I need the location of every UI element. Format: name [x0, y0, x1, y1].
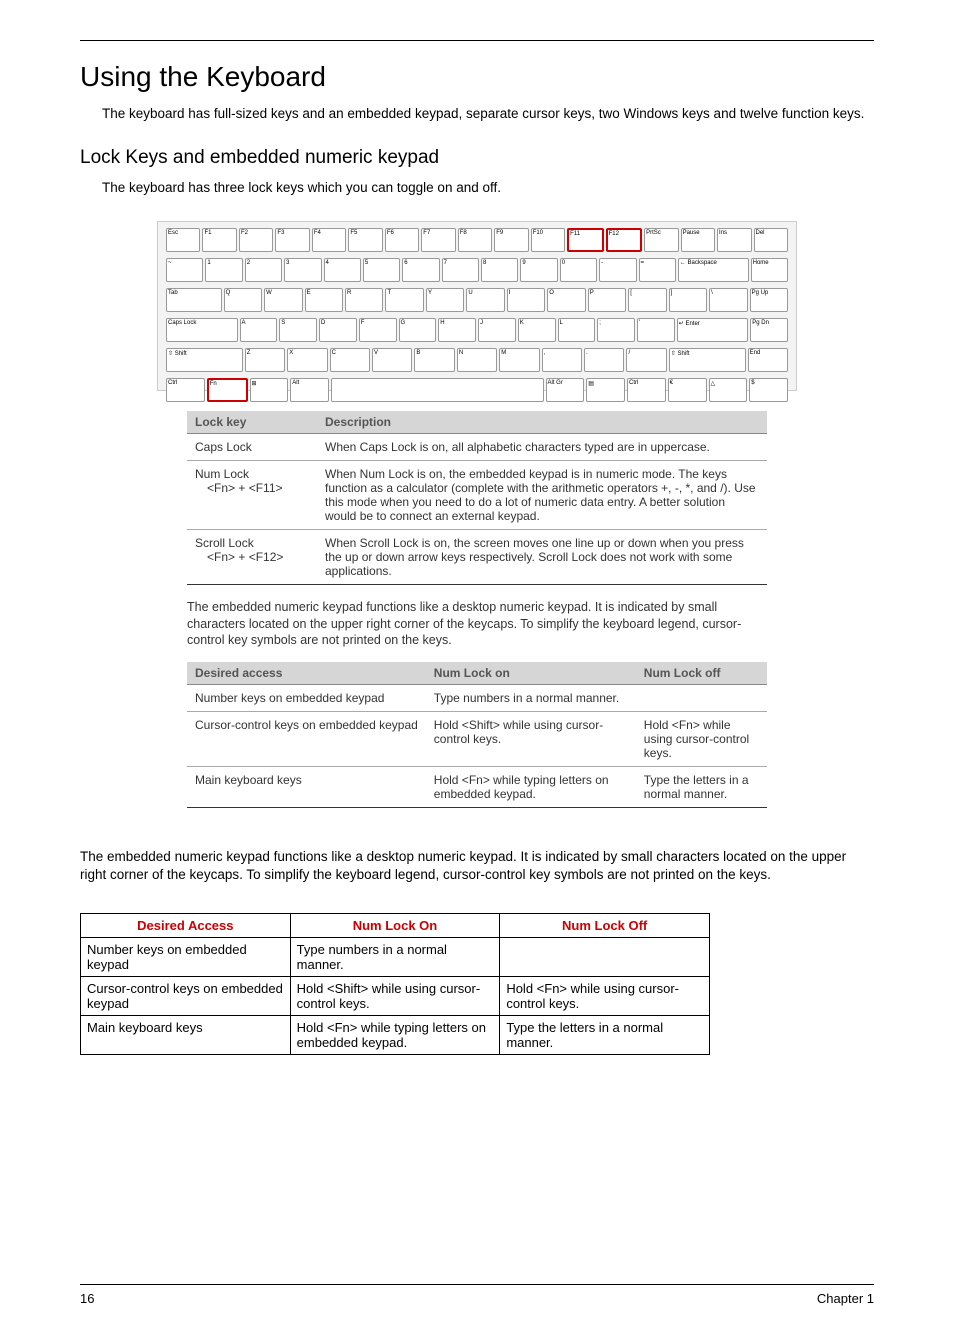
numlock-h3: Num Lock off — [636, 662, 767, 685]
lock-key-name: Num Lock — [195, 467, 249, 481]
lock-keys-table: Lock key Description Caps Lock When Caps… — [187, 411, 767, 585]
cell: Type the letters in a normal manner. — [636, 767, 767, 808]
keyboard-diagram: EscF1F2F3F4F5F6F7F8F9F10F11F12PrtScPause… — [157, 221, 797, 391]
page-title: Using the Keyboard — [80, 61, 874, 93]
table-row: Number keys on embedded keypad Type numb… — [187, 685, 767, 712]
lock-table-h2: Description — [317, 411, 767, 434]
section-heading: Lock Keys and embedded numeric keypad — [80, 147, 874, 169]
cell: Number keys on embedded keypad — [81, 937, 291, 976]
inner-paragraph: The embedded numeric keypad functions li… — [187, 599, 767, 648]
access-h3: Num Lock Off — [500, 913, 710, 937]
lock-key-shortcut: <Fn> + <F11> — [195, 481, 283, 495]
cell: Hold <Fn> while typing letters on embedd… — [290, 1015, 500, 1054]
desired-access-table: Desired Access Num Lock On Num Lock Off … — [80, 913, 710, 1055]
cell: Hold <Shift> while using cursor-control … — [426, 712, 636, 767]
section-intro: The keyboard has three lock keys which y… — [102, 179, 874, 197]
lock-key-desc: When Caps Lock is on, all alphabetic cha… — [317, 434, 767, 461]
table-row: Cursor-control keys on embedded keypad H… — [187, 712, 767, 767]
cell: Type the letters in a normal manner. — [500, 1015, 710, 1054]
cell: Hold <Fn> while using cursor-control key… — [500, 976, 710, 1015]
access-h2: Num Lock On — [290, 913, 500, 937]
access-h1: Desired Access — [81, 913, 291, 937]
cell: Hold <Fn> while typing letters on embedd… — [426, 767, 636, 808]
cell: Number keys on embedded keypad — [187, 685, 426, 712]
cell: Type numbers in a normal manner. — [426, 685, 636, 712]
table-row: Main keyboard keys Hold <Fn> while typin… — [187, 767, 767, 808]
cell: Type numbers in a normal manner. — [290, 937, 500, 976]
numlock-h1: Desired access — [187, 662, 426, 685]
table-row: Cursor-control keys on embedded keypad H… — [81, 976, 710, 1015]
cell: Hold <Shift> while using cursor-control … — [290, 976, 500, 1015]
cell — [500, 937, 710, 976]
cell: Main keyboard keys — [187, 767, 426, 808]
cell: Cursor-control keys on embedded keypad — [187, 712, 426, 767]
lock-key-desc: When Num Lock is on, the embedded keypad… — [317, 461, 767, 530]
lock-key-name: Caps Lock — [195, 440, 252, 454]
numlock-inner-table: Desired access Num Lock on Num Lock off … — [187, 662, 767, 808]
table-row: Caps Lock When Caps Lock is on, all alph… — [187, 434, 767, 461]
page-number: 16 — [80, 1291, 94, 1306]
lower-paragraph: The embedded numeric keypad functions li… — [80, 848, 874, 884]
table-row: Number keys on embedded keypad Type numb… — [81, 937, 710, 976]
cell: Cursor-control keys on embedded keypad — [81, 976, 291, 1015]
numlock-h2: Num Lock on — [426, 662, 636, 685]
lock-key-name: Scroll Lock — [195, 536, 254, 550]
table-row: Main keyboard keys Hold <Fn> while typin… — [81, 1015, 710, 1054]
chapter-label: Chapter 1 — [817, 1291, 874, 1306]
lock-table-h1: Lock key — [187, 411, 317, 434]
lock-key-shortcut: <Fn> + <F12> — [195, 550, 283, 564]
cell: Main keyboard keys — [81, 1015, 291, 1054]
table-row: Num Lock<Fn> + <F11> When Num Lock is on… — [187, 461, 767, 530]
intro-paragraph: The keyboard has full-sized keys and an … — [102, 105, 874, 123]
cell — [636, 685, 767, 712]
cell: Hold <Fn> while using cursor-control key… — [636, 712, 767, 767]
table-row: Scroll Lock<Fn> + <F12> When Scroll Lock… — [187, 530, 767, 585]
lock-key-desc: When Scroll Lock is on, the screen moves… — [317, 530, 767, 585]
